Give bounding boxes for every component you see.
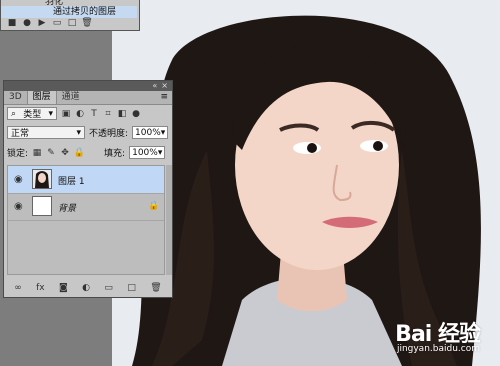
- fill-field[interactable]: 100% ▾: [129, 146, 166, 159]
- layer-name[interactable]: 图层 1: [58, 174, 85, 187]
- layers-panel: « × 3D 图层 通道 ≡ ⌕ 类型 ▾ ▣ ◐ T ⌗ ◧ ● 正常 ▾ 不…: [3, 80, 173, 298]
- filter-search-icon: ⌕: [11, 108, 17, 119]
- opacity-label: 不透明度:: [89, 129, 129, 139]
- close-icon[interactable]: ×: [161, 81, 168, 91]
- lock-row: 锁定: ▦ ✎ ✥ 🔒 填充: 100% ▾: [7, 146, 166, 159]
- chevron-down-icon: ▾: [76, 127, 81, 138]
- layer-list: ◉ 图层 1 ◉ 背景 🔒: [7, 165, 165, 275]
- play-icon[interactable]: ▶: [37, 18, 47, 28]
- blend-mode-value: 正常: [11, 129, 30, 139]
- layer-thumbnail: [32, 196, 52, 216]
- group-icon[interactable]: ▭: [104, 283, 113, 293]
- fx-icon[interactable]: fx: [36, 283, 45, 293]
- toggle-filter-icon[interactable]: ●: [131, 109, 141, 119]
- lock-transparent-icon[interactable]: ▦: [32, 148, 42, 158]
- tab-channels[interactable]: 通道: [57, 91, 85, 104]
- mask-icon[interactable]: ◙: [59, 283, 68, 293]
- lock-all-icon[interactable]: 🔒: [73, 148, 84, 158]
- blend-row: 正常 ▾ 不透明度: 100% ▾: [7, 126, 169, 139]
- folder-icon[interactable]: ▭: [52, 18, 62, 28]
- link-icon[interactable]: ∞: [14, 283, 22, 293]
- lock-icon: 🔒: [148, 201, 160, 211]
- lock-move-icon[interactable]: ✥: [60, 148, 70, 158]
- opacity-field[interactable]: 100% ▾: [132, 126, 169, 139]
- collapse-icon[interactable]: «: [152, 81, 157, 91]
- smart-filter-icon[interactable]: ◧: [117, 109, 127, 119]
- fill-value: 100%: [132, 147, 158, 158]
- lock-brush-icon[interactable]: ✎: [46, 148, 56, 158]
- type-filter-icon[interactable]: T: [89, 109, 99, 119]
- opacity-value: 100%: [135, 127, 161, 138]
- new-icon[interactable]: □: [67, 18, 77, 28]
- record-icon[interactable]: ●: [22, 18, 32, 28]
- chevron-down-icon: ▾: [48, 108, 53, 119]
- watermark: Bai 经验 jingyan.baidu.com: [395, 316, 481, 354]
- filter-type-label: 类型: [23, 110, 42, 120]
- stop-icon[interactable]: ■: [7, 18, 17, 28]
- blend-mode-select[interactable]: 正常 ▾: [7, 126, 85, 139]
- filter-type-select[interactable]: ⌕ 类型 ▾: [7, 107, 57, 120]
- panel-menu-icon[interactable]: ≡: [160, 91, 172, 104]
- panel-titlebar: « ×: [4, 81, 172, 91]
- eye-icon[interactable]: ◉: [14, 174, 24, 185]
- layer-row-1[interactable]: ◉ 图层 1: [8, 166, 164, 194]
- layer-thumbnail: [32, 169, 52, 189]
- fill-label: 填充:: [104, 149, 126, 159]
- lock-label: 锁定:: [7, 149, 29, 159]
- layers-bottom-bar: ∞ fx ◙ ◐ ▭ □ 🗑: [7, 281, 169, 295]
- panel-tabs: 3D 图层 通道 ≡: [4, 91, 172, 105]
- tab-layers[interactable]: 图层: [26, 91, 57, 104]
- eye-icon[interactable]: ◉: [14, 201, 24, 212]
- layers-scrollbar[interactable]: [166, 165, 172, 275]
- adjustment-icon[interactable]: ◐: [82, 283, 90, 293]
- watermark-url: jingyan.baidu.com: [396, 344, 480, 354]
- actions-toolbar: ■ ● ▶ ▭ □ 🗑: [1, 17, 143, 29]
- actions-panel: 羽化 通过拷贝的图层 ■ ● ▶ ▭ □ 🗑: [0, 0, 140, 31]
- image-filter-icon[interactable]: ▣: [61, 109, 71, 119]
- layer-row-background[interactable]: ◉ 背景 🔒: [8, 193, 164, 221]
- chevron-down-icon: ▾: [160, 127, 166, 138]
- layer-name[interactable]: 背景: [58, 201, 76, 214]
- filter-row: ⌕ 类型 ▾ ▣ ◐ T ⌗ ◧ ●: [7, 107, 141, 120]
- new-layer-icon[interactable]: □: [127, 283, 136, 293]
- tab-3d[interactable]: 3D: [4, 91, 27, 104]
- delete-icon[interactable]: 🗑: [150, 283, 161, 293]
- shape-filter-icon[interactable]: ⌗: [103, 109, 113, 119]
- chevron-down-icon: ▾: [157, 147, 163, 158]
- adjust-filter-icon[interactable]: ◐: [75, 109, 85, 119]
- trash-icon[interactable]: 🗑: [81, 18, 92, 28]
